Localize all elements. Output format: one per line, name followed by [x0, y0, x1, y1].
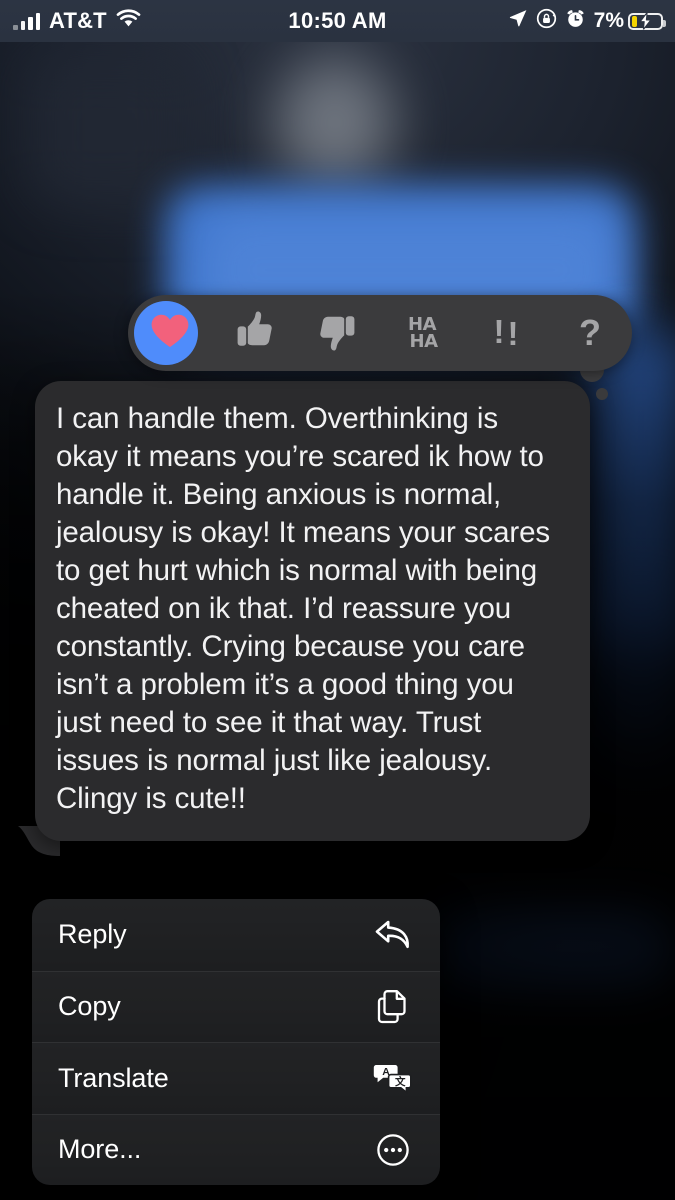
alarm-clock-icon: [565, 8, 586, 35]
tapback-reaction-bar[interactable]: HA HA !! ?: [128, 295, 632, 371]
ellipsis-circle-icon: [372, 1129, 414, 1171]
tapback-heart-button[interactable]: [128, 295, 212, 371]
iphone-messages-screen: AT&T 10:50 AM 7% HA HA ! ! ? I can handl…: [0, 0, 675, 1200]
context-menu-item-reply[interactable]: Reply: [32, 899, 440, 971]
status-bar: AT&T 10:50 AM 7%: [0, 0, 675, 42]
context-menu-item-translate[interactable]: Translate A 文: [32, 1042, 440, 1114]
haha-icon: HA HA: [407, 315, 439, 352]
copy-documents-icon: [372, 986, 414, 1028]
context-menu-label-copy: Copy: [58, 991, 121, 1022]
context-menu-label-reply: Reply: [58, 919, 127, 950]
translate-bubbles-icon: A 文: [372, 1057, 414, 1099]
tapback-question-button[interactable]: ?: [548, 295, 632, 371]
message-context-menu[interactable]: Reply Copy Translate A 文 More...: [32, 899, 440, 1185]
context-menu-label-more: More...: [58, 1134, 142, 1165]
reply-arrow-icon: [372, 914, 414, 956]
context-menu-label-translate: Translate: [58, 1062, 169, 1093]
tapback-haha-button[interactable]: HA HA: [380, 295, 464, 371]
question-mark-icon: ?: [579, 312, 601, 353]
message-bubble-incoming[interactable]: I can handle them. Overthinking is okay …: [35, 381, 590, 841]
tapback-thumbs-up-button[interactable]: [212, 295, 296, 371]
thumbs-down-icon: [318, 310, 358, 356]
haha-line-2: HA: [409, 331, 439, 352]
message-text: I can handle them. Overthinking is okay …: [56, 402, 550, 815]
thumbs-up-icon: [234, 310, 274, 356]
context-menu-item-copy[interactable]: Copy: [32, 970, 440, 1042]
tapback-thumbs-down-button[interactable]: [296, 295, 380, 371]
rotation-lock-icon: [536, 8, 557, 35]
battery-indicator: 7%: [593, 9, 666, 33]
charging-bolt-icon: [630, 12, 661, 30]
tapback-exclamation-button[interactable]: !!: [464, 295, 548, 371]
heart-icon: [150, 313, 190, 353]
double-exclamation-icon: !!: [493, 312, 519, 352]
tapback-tail-small-dot: [596, 388, 608, 400]
battery-percent-label: 7%: [593, 9, 624, 32]
context-menu-item-more[interactable]: More...: [32, 1113, 440, 1185]
svg-text:文: 文: [394, 1075, 406, 1088]
location-arrow-icon: [508, 8, 528, 34]
status-bar-right-group: 7%: [508, 8, 666, 35]
battery-charging-icon: [628, 12, 666, 30]
